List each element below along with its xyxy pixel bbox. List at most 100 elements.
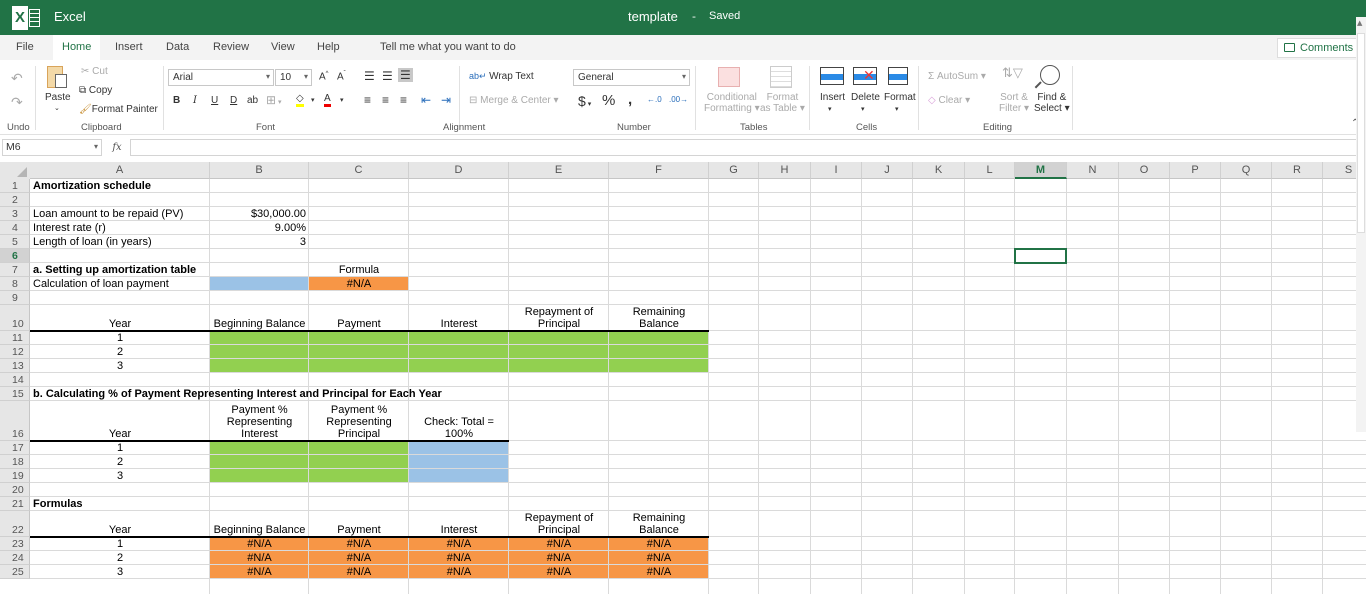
- cell-d10[interactable]: Interest: [409, 305, 509, 331]
- column-header-r[interactable]: R: [1272, 162, 1323, 179]
- cell-d25[interactable]: #N/A: [409, 565, 509, 579]
- column-header-n[interactable]: N: [1067, 162, 1119, 179]
- font-name-dropdown[interactable]: Arial ▾: [168, 69, 274, 86]
- paste-button[interactable]: Paste ⌄: [44, 64, 72, 116]
- chevron-down-icon[interactable]: ▾: [340, 96, 344, 104]
- spreadsheet-grid[interactable]: A B C D E F G H I J K L M N O P Q R S 1 2 3 4 5 6 7 8 9 10 11 12 13 14 15…: [0, 162, 1366, 594]
- cell-b22[interactable]: Beginning Balance: [210, 511, 309, 537]
- column-header-a[interactable]: A: [30, 162, 210, 179]
- amortization-input-range[interactable]: [210, 331, 709, 373]
- check-total-range[interactable]: [409, 441, 509, 483]
- insert-cells-button[interactable]: Insert ▾: [820, 92, 845, 114]
- cell-a24[interactable]: 2: [30, 551, 210, 565]
- column-header-p[interactable]: P: [1170, 162, 1221, 179]
- cell-c16[interactable]: Payment % Representing Principal: [309, 401, 409, 441]
- row-header-19[interactable]: 19: [0, 469, 30, 483]
- cell-f10[interactable]: Remaining Balance: [609, 305, 709, 331]
- row-header-21[interactable]: 21: [0, 497, 30, 511]
- function-icon[interactable]: fx: [108, 139, 126, 156]
- cut-button[interactable]: ✂ Cut: [81, 66, 108, 77]
- cell-a15[interactable]: b. Calculating % of Payment Representing…: [30, 387, 609, 401]
- delete-cells-button[interactable]: Delete ▾: [851, 92, 880, 114]
- cell-e22[interactable]: Repayment of Principal: [509, 511, 609, 537]
- vertical-scrollbar[interactable]: ▲: [1356, 17, 1366, 432]
- row-header-25[interactable]: 25: [0, 565, 30, 579]
- redo-icon[interactable]: ↷: [11, 94, 23, 111]
- scroll-up-icon[interactable]: ▲: [1357, 19, 1362, 27]
- cell-d16[interactable]: Check: Total = 100%: [409, 401, 509, 441]
- clear-button[interactable]: ◇ Clear ▾: [928, 95, 970, 106]
- cell-e23[interactable]: #N/A: [509, 537, 609, 551]
- row-header-11[interactable]: 11: [0, 331, 30, 345]
- percent-input-range[interactable]: [210, 441, 409, 483]
- row-header-5[interactable]: 5: [0, 235, 30, 249]
- row-header-1[interactable]: 1: [0, 179, 30, 193]
- cell-a21[interactable]: Formulas: [30, 497, 210, 511]
- format-as-table-button[interactable]: Format as Table ▾: [760, 92, 805, 114]
- format-cells-button[interactable]: Format ▾: [884, 92, 916, 114]
- active-cell-selection[interactable]: [1014, 248, 1067, 264]
- excel-logo-icon[interactable]: X: [12, 6, 40, 30]
- row-header-10[interactable]: 10: [0, 305, 30, 331]
- column-header-h[interactable]: H: [759, 162, 811, 179]
- column-header-m[interactable]: M: [1015, 162, 1067, 179]
- undo-icon[interactable]: ↶: [11, 70, 23, 87]
- bold-button[interactable]: B: [173, 95, 180, 106]
- row-header-17[interactable]: 17: [0, 441, 30, 455]
- tab-view[interactable]: View: [271, 41, 295, 53]
- cell-b16[interactable]: Payment % Representing Interest: [210, 401, 309, 441]
- cell-b10[interactable]: Beginning Balance: [210, 305, 309, 331]
- tab-review[interactable]: Review: [213, 41, 249, 53]
- cell-c8[interactable]: #N/A: [309, 277, 409, 291]
- cell-b25[interactable]: #N/A: [210, 565, 309, 579]
- underline-button[interactable]: U: [211, 95, 218, 106]
- column-header-c[interactable]: C: [309, 162, 409, 179]
- cell-f25[interactable]: #N/A: [609, 565, 709, 579]
- name-box[interactable]: M6 ▾: [2, 139, 102, 156]
- row-header-4[interactable]: 4: [0, 221, 30, 235]
- column-header-i[interactable]: I: [811, 162, 862, 179]
- row-header-8[interactable]: 8: [0, 277, 30, 291]
- column-header-e[interactable]: E: [509, 162, 609, 179]
- cell-b3[interactable]: $30,000.00: [210, 207, 309, 221]
- strikethrough-button[interactable]: ab: [247, 95, 258, 106]
- grow-font-button[interactable]: A^: [319, 71, 329, 82]
- cell-a17[interactable]: 1: [30, 441, 210, 455]
- decrease-decimal-icon[interactable]: .00→: [669, 95, 688, 104]
- cell-e25[interactable]: #N/A: [509, 565, 609, 579]
- app-name[interactable]: Excel: [54, 9, 86, 24]
- cell-f23[interactable]: #N/A: [609, 537, 709, 551]
- align-left-icon[interactable]: ≡: [364, 93, 371, 107]
- row-header-22[interactable]: 22: [0, 511, 30, 537]
- cell-a10[interactable]: Year: [30, 305, 210, 331]
- column-header-f[interactable]: F: [609, 162, 709, 179]
- cell-a7[interactable]: a. Setting up amortization table: [30, 263, 309, 277]
- comma-style-button[interactable]: ,: [628, 91, 632, 108]
- align-top-icon[interactable]: ☰: [364, 69, 375, 83]
- tab-file[interactable]: File: [16, 41, 34, 53]
- cell-c7[interactable]: Formula: [309, 263, 409, 277]
- cell-d22[interactable]: Interest: [409, 511, 509, 537]
- cell-a11[interactable]: 1: [30, 331, 210, 345]
- tell-me-search[interactable]: Tell me what you want to do: [380, 41, 516, 53]
- italic-button[interactable]: I: [193, 95, 197, 106]
- copy-button[interactable]: ⧉ Copy: [79, 85, 112, 96]
- wrap-text-button[interactable]: ab↵ Wrap Text: [469, 71, 534, 82]
- row-header-12[interactable]: 12: [0, 345, 30, 359]
- cell-a1[interactable]: Amortization schedule: [30, 179, 309, 193]
- column-header-k[interactable]: K: [913, 162, 965, 179]
- cell-e10[interactable]: Repayment of Principal: [509, 305, 609, 331]
- font-size-dropdown[interactable]: 10 ▾: [275, 69, 312, 86]
- shrink-font-button[interactable]: Aˇ: [337, 71, 346, 82]
- cell-f22[interactable]: Remaining Balance: [609, 511, 709, 537]
- cell-d23[interactable]: #N/A: [409, 537, 509, 551]
- cell-a25[interactable]: 3: [30, 565, 210, 579]
- tab-help[interactable]: Help: [317, 41, 340, 53]
- cell-b24[interactable]: #N/A: [210, 551, 309, 565]
- tab-home[interactable]: Home: [53, 35, 101, 60]
- increase-decimal-icon[interactable]: ←.0: [647, 95, 662, 104]
- tab-data[interactable]: Data: [166, 41, 189, 53]
- document-title[interactable]: template: [628, 9, 678, 24]
- chevron-down-icon[interactable]: ▾: [311, 96, 315, 104]
- cell-a12[interactable]: 2: [30, 345, 210, 359]
